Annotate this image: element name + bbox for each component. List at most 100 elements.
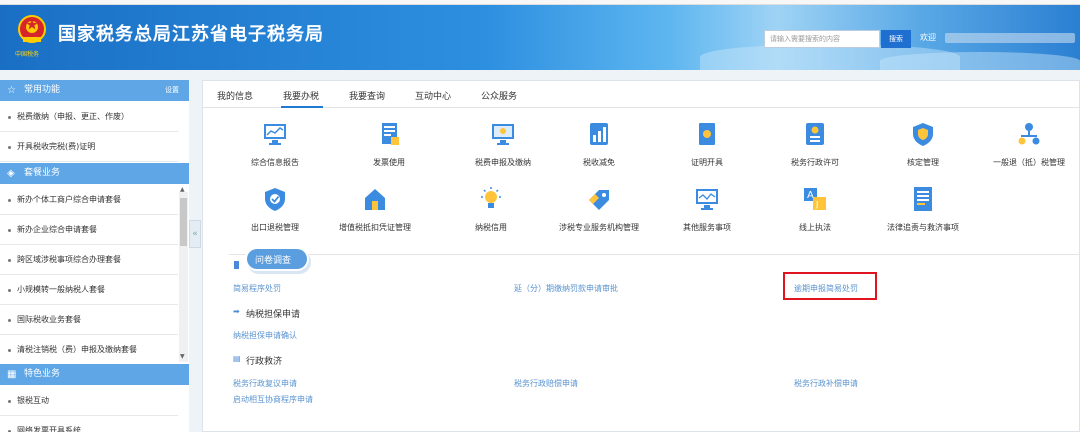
survey-floating-button[interactable]: 问卷调查 [243, 246, 321, 274]
bullet-icon [8, 146, 11, 149]
sidebar-item-label: 开具税收完税(费)证明 [17, 142, 96, 151]
grid-item-other-services[interactable]: 其他服务事项 [657, 186, 757, 242]
grid-item-info-report[interactable]: 综合信息报告 [225, 121, 325, 177]
link-admin-compensation[interactable]: 税务行政赔偿申请 [514, 378, 578, 389]
sidebar-collapse-button[interactable]: « [189, 220, 201, 248]
link-admin-review[interactable]: 税务行政复议申请 [233, 378, 297, 389]
link-deferred-fine[interactable]: 延（分）期缴纳罚款申请审批 [514, 283, 618, 294]
tab-public-service[interactable]: 公众服务 [481, 89, 517, 102]
sidebar-item-package-6[interactable]: 清税注销税（费）申报及缴纳套餐 [0, 335, 178, 365]
section-header-common[interactable]: ☆ 常用功能 设置 [0, 80, 189, 101]
grid-item-label: 涉税专业服务机构管理 [559, 223, 639, 232]
sidebar-item-tax-payment[interactable]: 税费缴纳（申报、更正、作废） [0, 102, 178, 132]
search-input[interactable]: 请输入需要搜索的内容 [764, 30, 880, 48]
settings-link[interactable]: 设置 [165, 80, 179, 101]
sidebar-item-package-3[interactable]: 跨区域涉税事项综合办理套餐 [0, 245, 178, 275]
grid-item-assessment[interactable]: 核定管理 [873, 121, 973, 177]
grid-item-label: 纳税信用 [475, 223, 507, 232]
document-icon [914, 187, 932, 211]
sidebar-item-label: 新办个体工商户综合申请套餐 [17, 195, 121, 204]
section-label: 套餐业务 [24, 168, 61, 178]
section-marker-icon [234, 261, 239, 269]
star-icon: ☆ [7, 85, 16, 96]
grid-item-label: 税收减免 [583, 158, 615, 167]
header-decoration [880, 52, 1080, 70]
sidebar-item-package-1[interactable]: 新办个体工商户综合申请套餐 [0, 185, 178, 215]
section-label: 常用功能 [24, 85, 61, 95]
sidebar-scroll-thumb[interactable] [180, 198, 187, 246]
tab-tax-handling[interactable]: 我要办税 [283, 89, 319, 102]
grid-item-admin-license[interactable]: 税务行政许可 [765, 121, 865, 177]
sidebar-item-label: 跨区域涉税事项综合办理套餐 [17, 255, 121, 264]
scroll-down-icon[interactable]: ▼ [180, 353, 185, 360]
monitor-line-icon [696, 189, 718, 210]
sidebar-item-label: 小规模转一般纳税人套餐 [17, 285, 105, 294]
username-redacted [945, 33, 1075, 43]
sidebar-item-label: 税费缴纳（申报、更正、作废） [17, 112, 129, 121]
sidebar-item-bank-tax[interactable]: 银税互动 [0, 386, 178, 416]
grid-item-invoice[interactable]: 发票使用 [339, 121, 439, 177]
grid-item-label: 税费申报及缴纳 [475, 158, 531, 167]
link-admin-indemnity[interactable]: 税务行政补偿申请 [794, 378, 858, 389]
grid-item-tax-relief[interactable]: 税收减免 [549, 121, 649, 177]
bar-chart-icon [590, 123, 608, 145]
tab-query[interactable]: 我要查询 [349, 89, 385, 102]
grid-item-refund[interactable]: 一般退（抵）税管理 [979, 121, 1079, 177]
grid-item-label: 税务行政许可 [791, 158, 839, 167]
remedy-icon: ▤ [233, 354, 241, 363]
search-button[interactable]: 搜索 [881, 30, 911, 48]
scroll-up-icon[interactable]: ▲ [180, 186, 185, 193]
section-label: 特色业务 [24, 369, 61, 379]
grid-item-export-refund[interactable]: 出口退税管理 [225, 186, 325, 242]
sidebar-item-package-2[interactable]: 新办企业综合申请套餐 [0, 215, 178, 245]
legal-remedy-panel [229, 254, 1080, 432]
tax-emblem-icon [18, 15, 46, 43]
sidebar: ☆ 常用功能 设置 税费缴纳（申报、更正、作废） 开具税收完税(费)证明 ◈ 套… [0, 80, 189, 432]
translate-icon: A J [804, 188, 826, 210]
shield-check-icon [265, 188, 285, 211]
grid-item-declare-pay[interactable]: 税费申报及缴纳 [453, 121, 553, 177]
bullet-icon [8, 319, 11, 322]
link-simple-penalty[interactable]: 简易程序处罚 [233, 283, 281, 294]
section-header-package[interactable]: ◈ 套餐业务 [0, 163, 189, 184]
sidebar-item-label: 清税注销税（费）申报及缴纳套餐 [17, 345, 137, 354]
tag-icon [589, 190, 609, 210]
grid-item-label: 综合信息报告 [251, 158, 299, 167]
link-mutual-agreement[interactable]: 启动相互协商程序申请 [233, 394, 313, 405]
section-header-feature[interactable]: ▦ 特色业务 [0, 364, 189, 385]
grid-item-label: 线上执法 [799, 223, 831, 232]
tab-interaction[interactable]: 互动中心 [415, 89, 451, 102]
grid-item-certificate[interactable]: 证明开具 [657, 121, 757, 177]
grid-item-label: 增值税抵扣凭证管理 [339, 223, 411, 232]
grid-item-credit[interactable]: 纳税信用 [441, 186, 541, 242]
bullet-icon [8, 199, 11, 202]
svg-text:J: J [815, 200, 818, 209]
grid-item-legal-remedy[interactable]: 法律追责与救济事项 [873, 186, 973, 242]
org-chart-icon [1018, 123, 1040, 145]
tab-my-info[interactable]: 我的信息 [217, 89, 253, 102]
id-card-icon [806, 123, 824, 145]
shield-icon [913, 123, 933, 146]
sidebar-item-package-5[interactable]: 国际税收业务套餐 [0, 305, 178, 335]
sidebar-item-package-4[interactable]: 小规模转一般纳税人套餐 [0, 275, 178, 305]
sidebar-item-e-invoice[interactable]: 网络发票开具系统 [0, 416, 178, 432]
layers-icon: ◈ [7, 168, 15, 179]
sidebar-item-tax-certificate[interactable]: 开具税收完税(费)证明 [0, 132, 178, 162]
bullet-icon [8, 229, 11, 232]
certificate-icon [699, 123, 715, 145]
lightbulb-icon [481, 187, 501, 208]
survey-label: 问卷调查 [255, 256, 292, 266]
grid-item-agency-mgmt[interactable]: 涉税专业服务机构管理 [549, 186, 649, 242]
svg-text:A: A [807, 190, 814, 201]
sidebar-item-label: 银税互动 [17, 396, 49, 405]
sidebar-item-label: 国际税收业务套餐 [17, 315, 81, 324]
bullet-icon [8, 289, 11, 292]
main-panel: 我的信息 我要办税 我要查询 互动中心 公众服务 综合信息报告 发票使用 税费申… [202, 80, 1080, 432]
link-guarantee-confirm[interactable]: 纳税担保申请确认 [233, 330, 297, 341]
grid-item-label: 核定管理 [907, 158, 939, 167]
sidebar-item-label: 新办企业综合申请套餐 [17, 225, 97, 234]
remedy-title: 行政救济 [246, 357, 283, 367]
grid-item-vat-deduction[interactable]: 增值税抵扣凭证管理 [325, 186, 425, 242]
active-tab-indicator [281, 106, 323, 108]
grid-item-online-enforcement[interactable]: A J 线上执法 [765, 186, 865, 242]
